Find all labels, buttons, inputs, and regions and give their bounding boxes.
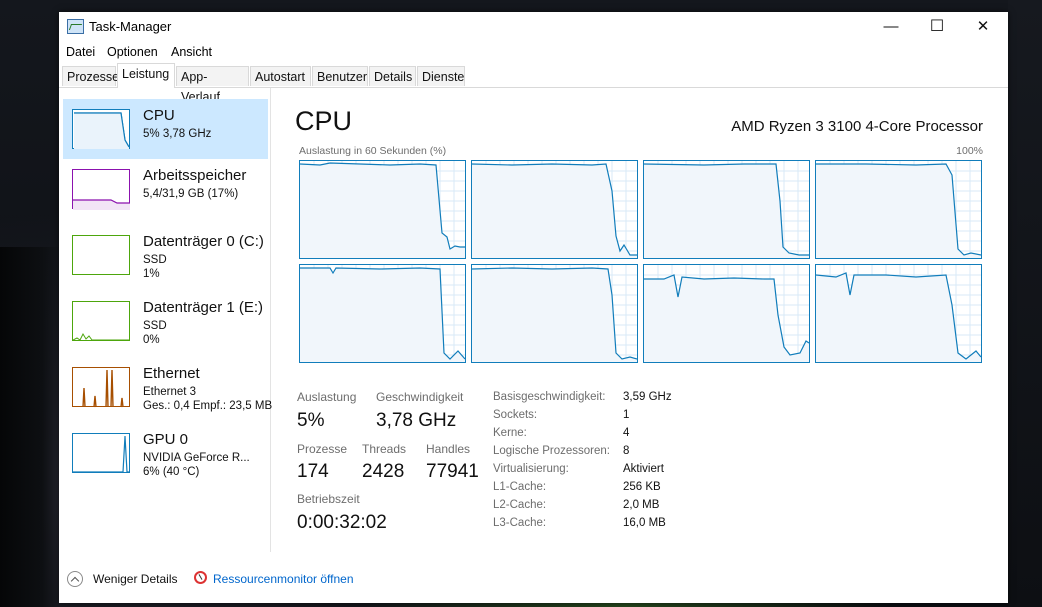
sidebar-item-cpu[interactable]: CPU 5% 3,78 GHz	[63, 99, 268, 159]
tab-strip: Prozesse Leistung App-Verlauf Autostart …	[59, 63, 1008, 104]
sidebar-gpu-model: NVIDIA GeForce R...	[143, 452, 250, 464]
memory-thumbnail-graph	[72, 169, 130, 210]
sidebar-disk0-type: SSD	[143, 254, 167, 266]
menu-datei[interactable]: Datei	[66, 45, 95, 59]
tab-benutzer[interactable]: Benutzer	[312, 66, 368, 86]
tab-leistung[interactable]: Leistung	[117, 63, 175, 88]
core-graph-3	[643, 160, 810, 259]
menu-ansicht[interactable]: Ansicht	[171, 45, 212, 59]
resource-monitor-link[interactable]: Ressourcenmonitor öffnen	[213, 572, 354, 586]
tab-details[interactable]: Details	[369, 66, 416, 86]
sidebar-item-datentraeger-0[interactable]: Datenträger 0 (C:) SSD 1%	[63, 225, 268, 285]
detail-value: 3,59 GHz	[623, 391, 672, 403]
detail-label: L1-Cache:	[493, 481, 547, 493]
close-button[interactable]: ✕	[960, 12, 1006, 42]
sidebar-memory-value: 5,4/31,9 GB (17%)	[143, 188, 239, 200]
detail-label: Sockets:	[493, 409, 538, 421]
sidebar-item-datentraeger-1[interactable]: Datenträger 1 (E:) SSD 0%	[63, 291, 268, 351]
sidebar-item-arbeitsspeicher[interactable]: Arbeitsspeicher 5,4/31,9 GB (17%)	[63, 159, 268, 219]
task-manager-window: Task-Manager — ☐ ✕ Datei Optionen Ansich…	[59, 12, 1008, 603]
detail-value: 1	[623, 409, 630, 421]
sidebar-cpu-value: 5% 3,78 GHz	[143, 128, 212, 140]
sidebar-memory-name: Arbeitsspeicher	[143, 167, 247, 184]
core-graph-5	[299, 264, 466, 363]
title-bar[interactable]: Task-Manager — ☐ ✕	[59, 12, 1008, 42]
sidebar-gpu-name: GPU 0	[143, 431, 189, 448]
chevron-up-icon[interactable]	[67, 571, 83, 587]
detail-label: Kerne:	[493, 427, 527, 439]
less-details-button[interactable]: Weniger Details	[93, 572, 177, 586]
sidebar-item-ethernet[interactable]: Ethernet Ethernet 3 Ges.: 0,4 Empf.: 23,…	[63, 357, 272, 417]
core-graph-6	[471, 264, 638, 363]
resource-monitor-icon[interactable]	[194, 571, 207, 584]
detail-label: Virtualisierung:	[493, 463, 569, 475]
cpu-thumbnail-graph	[72, 109, 130, 149]
sidebar-cpu-name: CPU	[143, 107, 175, 124]
tab-dienste[interactable]: Dienste	[417, 66, 465, 86]
prozesse-value: 174	[297, 461, 329, 482]
processor-name: AMD Ryzen 3 3100 4-Core Processor	[731, 118, 983, 135]
handles-value: 77941	[426, 461, 479, 482]
disk1-thumbnail-graph	[72, 301, 130, 341]
threads-value: 2428	[362, 461, 405, 482]
sidebar-gpu-value: 6% (40 °C)	[143, 466, 200, 478]
detail-value: 2,0 MB	[623, 499, 660, 511]
menu-optionen[interactable]: Optionen	[107, 45, 158, 59]
gpu-thumbnail-graph	[72, 433, 130, 473]
core-graph-7	[643, 264, 810, 363]
task-manager-icon	[67, 19, 84, 34]
sidebar-ethernet-name: Ethernet	[143, 365, 200, 382]
graph-label: Auslastung in 60 Sekunden (%)	[299, 145, 447, 157]
menu-bar: Datei Optionen Ansicht	[59, 42, 1008, 62]
tab-prozesse[interactable]: Prozesse	[62, 66, 119, 86]
detail-label: Logische Prozessoren:	[493, 445, 610, 457]
core-graph-4	[815, 160, 982, 259]
core-graph-8	[815, 264, 982, 363]
sidebar-disk1-type: SSD	[143, 320, 167, 332]
footer-bar: Weniger Details Ressourcenmonitor öffnen	[59, 564, 1008, 603]
geschwindigkeit-label: Geschwindigkeit	[376, 390, 464, 404]
sidebar-disk0-value: 1%	[143, 268, 160, 280]
core-graph-2	[471, 160, 638, 259]
maximize-button[interactable]: ☐	[914, 12, 960, 42]
prozesse-label: Prozesse	[297, 442, 348, 456]
detail-label: L3-Cache:	[493, 517, 547, 529]
window-title: Task-Manager	[89, 19, 172, 34]
detail-value: 8	[623, 445, 630, 457]
resource-sidebar: CPU 5% 3,78 GHz Arbeitsspeicher 5,4/31,9…	[59, 88, 272, 552]
sidebar-disk0-name: Datenträger 0 (C:)	[143, 233, 264, 250]
ethernet-thumbnail-graph	[72, 367, 130, 408]
detail-value: Aktiviert	[623, 463, 664, 475]
sidebar-disk1-name: Datenträger 1 (E:)	[143, 299, 264, 316]
page-title: CPU	[295, 106, 353, 136]
core-graph-1	[299, 160, 466, 259]
detail-label: Basisgeschwindigkeit:	[493, 391, 606, 403]
sidebar-ethernet-adapter: Ethernet 3	[143, 386, 197, 398]
handles-label: Handles	[426, 442, 471, 456]
detail-value: 16,0 MB	[623, 517, 666, 529]
performance-panel: CPU 5% 3,78 GHz Arbeitsspeicher 5,4/31,9…	[59, 88, 1008, 562]
betriebszeit-value: 0:00:32:02	[297, 512, 387, 533]
threads-label: Threads	[362, 442, 407, 456]
sidebar-disk1-value: 0%	[143, 334, 160, 346]
detail-value: 256 KB	[623, 481, 661, 493]
auslastung-value: 5%	[297, 410, 325, 431]
desktop-tree-silhouette	[0, 247, 60, 607]
geschwindigkeit-value: 3,78 GHz	[376, 410, 457, 431]
auslastung-label: Auslastung	[297, 390, 357, 404]
disk0-thumbnail-graph	[72, 235, 130, 275]
graph-max-label: 100%	[956, 145, 983, 157]
sidebar-ethernet-value: Ges.: 0,4 Empf.: 23,5 MB	[143, 400, 273, 412]
cpu-detail-pane: CPU AMD Ryzen 3 3100 4-Core Processor Au…	[295, 88, 985, 558]
minimize-button[interactable]: —	[868, 12, 914, 42]
detail-label: L2-Cache:	[493, 499, 547, 511]
desktop-background-edge	[1008, 0, 1042, 607]
detail-value: 4	[623, 427, 630, 439]
tab-autostart[interactable]: Autostart	[250, 66, 311, 86]
sidebar-item-gpu[interactable]: GPU 0 NVIDIA GeForce R... 6% (40 °C)	[63, 423, 268, 483]
tab-app-verlauf[interactable]: App-Verlauf	[176, 66, 249, 104]
betriebszeit-label: Betriebszeit	[297, 492, 360, 506]
